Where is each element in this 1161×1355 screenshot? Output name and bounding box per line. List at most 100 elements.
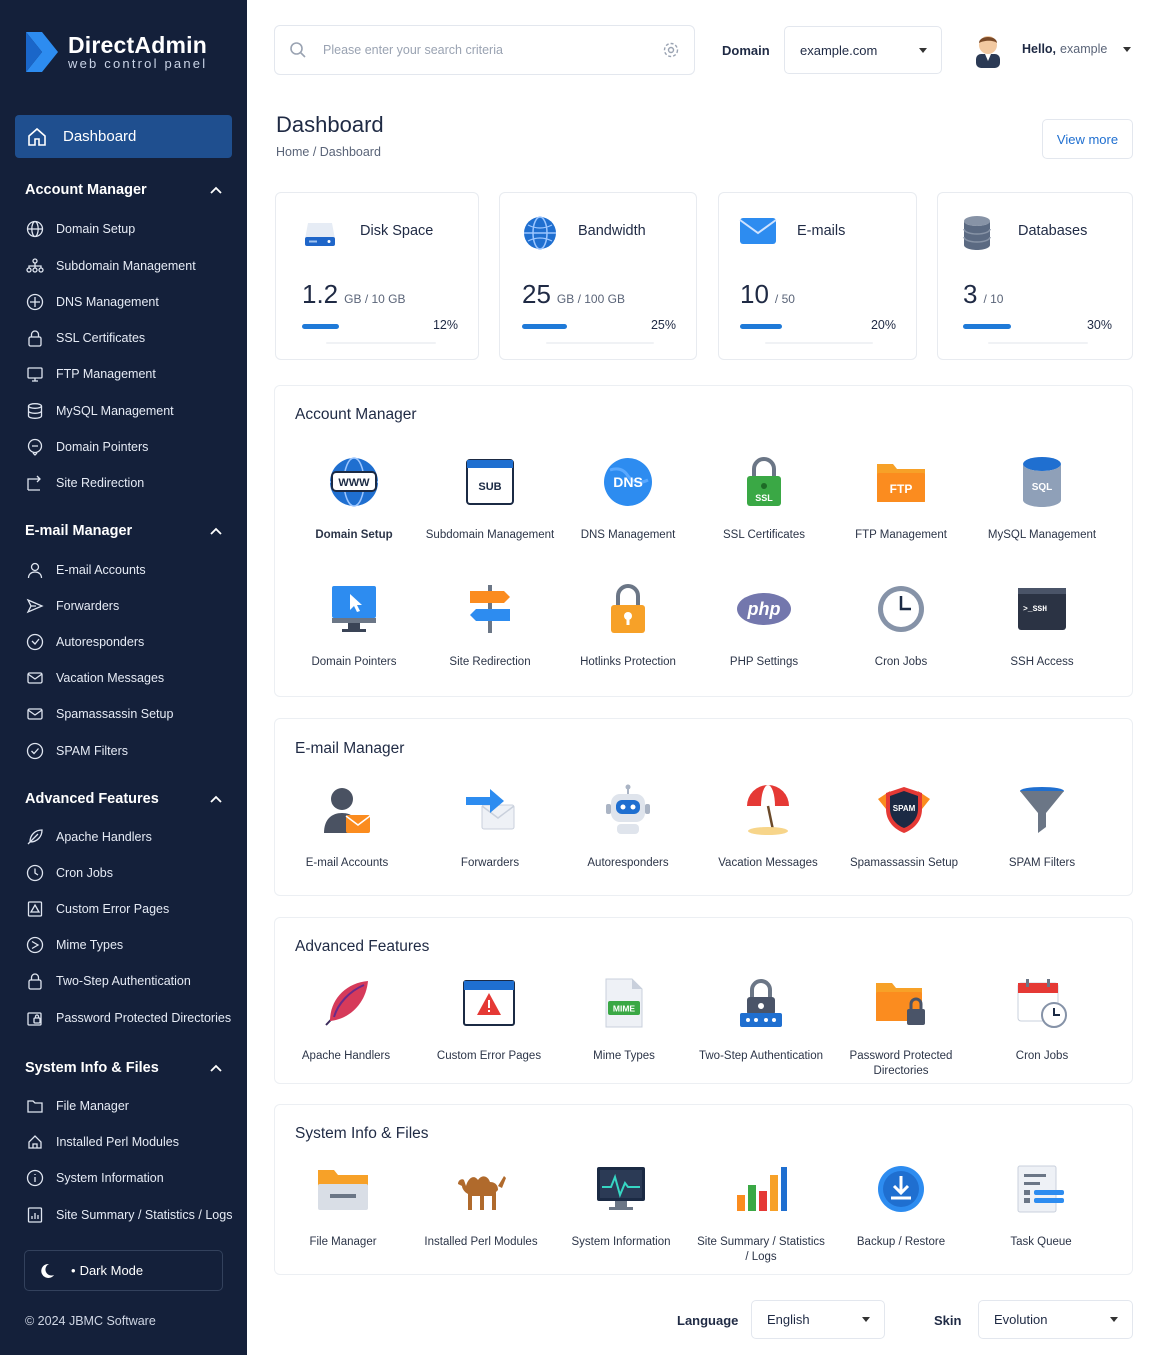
breadcrumb[interactable]: Home / Dashboard [276,145,381,159]
sidebar-item-file-manager[interactable]: File Manager [25,1096,129,1116]
stat-card-disk-space[interactable]: Disk Space 1.2 GB / 10 GB 12% [275,192,479,360]
skin-select[interactable]: Evolution [978,1300,1133,1339]
beach-umbrella-icon [743,782,793,838]
sidebar-item-custom-error-pages[interactable]: Custom Error Pages [25,899,169,919]
tile-php-settings[interactable]: php PHP Settings [699,581,829,670]
sidebar-item-site-summary[interactable]: Site Summary / Statistics / Logs [25,1205,232,1225]
folder-lock-icon [874,975,928,1031]
tile-autoresponders[interactable]: Autoresponders [563,782,693,871]
tile-cron-jobs[interactable]: Cron Jobs [836,581,966,670]
sidebar-item-installed-perl-modules[interactable]: Installed Perl Modules [25,1132,179,1152]
tile-label: E-mail Accounts [305,857,389,869]
stat-title: Databases [1018,223,1088,239]
sidebar-item-password-protected-directories[interactable]: Password Protected Directories [25,1008,231,1028]
sidebar-item-mysql-management[interactable]: MySQL Management [25,401,174,421]
svg-text:SPAM: SPAM [893,804,916,813]
search-input[interactable] [323,43,662,57]
tile-mime-types[interactable]: MIME Mime Types [559,975,689,1064]
sidebar-item-system-information[interactable]: System Information [25,1168,164,1188]
sidebar-item-mime-types[interactable]: Mime Types [25,935,123,955]
tile-spam-filters[interactable]: SPAM Filters [977,782,1107,871]
tile-hotlinks-protection[interactable]: Hotlinks Protection [563,581,693,670]
sidebar-section-advanced-features[interactable]: Advanced Features [25,791,222,807]
svg-text:WWW: WWW [338,477,370,489]
stat-track [988,342,1088,344]
tile-email-accounts[interactable]: E-mail Accounts [282,782,412,871]
sidebar-item-dashboard[interactable]: Dashboard [15,115,232,158]
envelope-shield-icon [25,704,45,724]
sidebar-item-cron-jobs[interactable]: Cron Jobs [25,863,113,883]
sidebar-item-autoresponders[interactable]: Autoresponders [25,632,144,652]
tile-forwarders[interactable]: Forwarders [425,782,555,871]
sidebar-item-ftp-management[interactable]: FTP Management [25,364,156,384]
sidebar-item-spamassassin-setup[interactable]: Spamassassin Setup [25,704,173,724]
stat-card-emails[interactable]: E-mails 10/ 50 20% [718,192,917,360]
stat-card-bandwidth[interactable]: Bandwidth 25 GB / 100 GB 25% [499,192,697,360]
sidebar-item-apache-handlers[interactable]: Apache Handlers [25,827,152,847]
sidebar-item-domain-setup[interactable]: Domain Setup [25,219,135,239]
sidebar-section-system-info-files[interactable]: System Info & Files [25,1060,222,1076]
tile-ssl-certificates[interactable]: SSL SSL Certificates [699,454,829,543]
folder-icon [25,1096,45,1116]
panel-title: E-mail Manager [295,740,405,757]
user-menu[interactable]: Hello, example [972,30,1132,68]
tile-apache-handlers[interactable]: Apache Handlers [281,975,411,1064]
tile-label: Backup / Restore [856,1236,946,1248]
tile-task-queue[interactable]: Task Queue [976,1161,1106,1250]
tile-label: Apache Handlers [301,1050,391,1062]
sidebar-item-dns-management[interactable]: DNS Management [25,292,159,312]
tile-installed-perl-modules[interactable]: Installed Perl Modules [416,1161,546,1250]
language-select[interactable]: English [751,1300,885,1339]
dark-mode-bullet: • [71,1263,76,1278]
tile-mysql-management[interactable]: SQL MySQL Management [977,454,1107,543]
sidebar-section-account-manager[interactable]: Account Manager [25,182,222,198]
tile-password-protected-directories[interactable]: Password Protected Directories [836,975,966,1079]
tile-dns-management[interactable]: DNS DNS Management [563,454,693,543]
panel-title: System Info & Files [295,1125,429,1142]
tile-custom-error-pages[interactable]: Custom Error Pages [424,975,554,1064]
sidebar-item-vacation-messages[interactable]: Vacation Messages [25,668,164,688]
tile-site-summary-statistics-logs[interactable]: Site Summary / Statistics / Logs [696,1161,826,1265]
email-manager-panel: E-mail Manager E-mail Accounts Forwarder… [274,718,1133,896]
mime-icon [25,935,45,955]
sidebar-item-subdomain-management[interactable]: Subdomain Management [25,256,196,276]
sidebar-item-ssl-certificates[interactable]: SSL Certificates [25,328,145,348]
search-bar[interactable] [274,25,695,75]
tile-spamassassin-setup[interactable]: SPAM Spamassassin Setup [839,782,969,871]
tile-ssh-access[interactable]: >_SSH SSH Access [977,581,1107,670]
tile-cron-jobs-advanced[interactable]: Cron Jobs [977,975,1107,1064]
tile-vacation-messages[interactable]: Vacation Messages [703,782,833,871]
logo-subtitle: web control panel [68,56,208,71]
stat-card-databases[interactable]: Databases 3/ 10 30% [937,192,1133,360]
sidebar-item-domain-pointers[interactable]: Domain Pointers [25,437,148,457]
tile-domain-setup[interactable]: WWW Domain Setup [289,454,419,543]
view-more-button[interactable]: View more [1042,119,1133,159]
chevron-up-icon [210,795,222,803]
dark-mode-toggle[interactable]: • Dark Mode [24,1250,223,1291]
search-icon [290,42,306,58]
www-icon: WWW [328,454,380,510]
domain-select[interactable]: example.com [784,26,942,74]
gear-icon[interactable] [662,41,680,59]
forward-mail-icon [464,782,516,838]
sidebar-item-spam-filters[interactable]: SPAM Filters [25,741,128,761]
tile-site-redirection[interactable]: Site Redirection [425,581,555,670]
folder-lock-icon [25,1008,45,1028]
tile-two-step-authentication[interactable]: Two-Step Authentication [696,975,826,1064]
svg-text:DNS: DNS [613,474,643,490]
tile-file-manager[interactable]: File Manager [278,1161,408,1250]
directadmin-logo[interactable]: DirectAdmin web control panel [24,30,207,74]
tile-ftp-management[interactable]: FTP FTP Management [836,454,966,543]
sidebar-item-label: Domain Pointers [56,440,149,454]
tile-subdomain-management[interactable]: SUB Subdomain Management [425,454,555,543]
sidebar-item-forwarders[interactable]: Forwarders [25,596,119,616]
tile-domain-pointers[interactable]: Domain Pointers [289,581,419,670]
sidebar-item-site-redirection[interactable]: Site Redirection [25,473,144,493]
sidebar-item-two-step-authentication[interactable]: Two-Step Authentication [25,971,191,991]
tile-system-information[interactable]: System Information [556,1161,686,1250]
sidebar-section-email-manager[interactable]: E-mail Manager [25,523,222,539]
tile-backup-restore[interactable]: Backup / Restore [836,1161,966,1250]
error-page-icon [462,975,516,1031]
sidebar-item-email-accounts[interactable]: E-mail Accounts [25,560,146,580]
stat-value: 3/ 10 [963,279,1004,309]
